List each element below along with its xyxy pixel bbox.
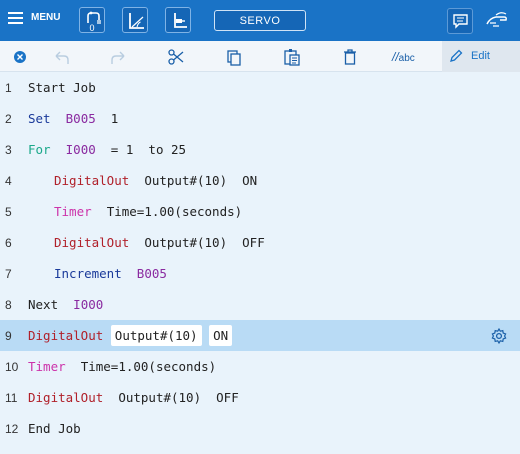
paste-icon[interactable]	[283, 48, 301, 66]
program-line[interactable]: 3 For I000 = 1 to 25	[0, 134, 520, 165]
menu-label: MENU	[31, 12, 61, 23]
program-line[interactable]: 12 End Job	[0, 413, 520, 444]
line-code: For I000 = 1 to 25	[28, 142, 186, 157]
tool-frame-button[interactable]	[165, 7, 191, 33]
line-code: DigitalOut Output#(10) OFF	[28, 390, 239, 405]
line-code: End Job	[28, 421, 81, 436]
line-number: 6	[5, 236, 12, 250]
coordinate-icon	[129, 13, 144, 29]
code-token: DigitalOut	[54, 173, 130, 188]
program-line[interactable]: 11 DigitalOut Output#(10) OFF	[0, 382, 520, 413]
line-number: 1	[5, 81, 12, 95]
comment-abc-button[interactable]: //abc	[392, 50, 415, 64]
hand-guide-icon[interactable]	[484, 9, 510, 33]
line-code: Next I000	[28, 297, 103, 312]
code-token: Increment	[54, 266, 122, 281]
code-token: = 1 to 25	[95, 142, 187, 157]
code-token: DigitalOut	[54, 235, 130, 250]
hamburger-icon	[8, 12, 23, 24]
edit-button[interactable]: Edit	[442, 41, 520, 72]
code-token: DigitalOut	[28, 390, 104, 405]
code-token: Output#(10) OFF	[103, 390, 239, 405]
program-line[interactable]: 6 DigitalOut Output#(10) OFF	[0, 227, 520, 258]
cancel-icon[interactable]	[11, 48, 29, 66]
menu-button[interactable]: MENU	[8, 12, 61, 24]
copy-icon[interactable]	[225, 48, 243, 66]
code-token: DigitalOut	[28, 328, 104, 343]
line-code: DigitalOut Output#(10) ON	[28, 325, 233, 346]
redo-icon[interactable]	[110, 48, 128, 66]
code-token: Timer	[28, 359, 66, 374]
line-code: Timer Time=1.00(seconds)	[54, 204, 242, 219]
line-number: 9	[5, 329, 12, 343]
program-line[interactable]: 8 Next I000	[0, 289, 520, 320]
comment-abc-label: abc	[398, 53, 415, 64]
program-line[interactable]: 9 DigitalOut Output#(10) ON	[0, 320, 520, 351]
code-token: End Job	[28, 421, 81, 436]
program-line[interactable]: 5 Timer Time=1.00(seconds)	[0, 196, 520, 227]
code-token: Timer	[54, 204, 92, 219]
program-line[interactable]: 7 Increment B005	[0, 258, 520, 289]
line-number: 5	[5, 205, 12, 219]
line-number: 11	[5, 391, 18, 405]
servo-button[interactable]: SERVO	[214, 10, 306, 31]
code-token: Output#(10) OFF	[129, 235, 265, 250]
edit-toolbar: //abc Edit	[0, 41, 520, 72]
edit-label: Edit	[471, 50, 490, 62]
line-number: 10	[5, 360, 19, 374]
code-token: Start Job	[28, 80, 96, 95]
program-line[interactable]: 10 Timer Time=1.00(seconds)	[0, 351, 520, 382]
robot-select-button[interactable]: 0	[79, 7, 105, 33]
code-token: For	[28, 142, 51, 157]
pencil-icon	[450, 49, 463, 62]
line-number: 8	[5, 298, 12, 312]
undo-icon[interactable]	[52, 48, 70, 66]
line-code: Set B005 1	[28, 111, 118, 126]
tool-frame-icon	[174, 13, 187, 28]
code-token: B005	[136, 266, 167, 281]
coordinate-button[interactable]	[122, 7, 148, 33]
line-number: 3	[5, 143, 12, 157]
code-token: Set	[28, 111, 51, 126]
program-line[interactable]: 4 DigitalOut Output#(10) ON	[0, 165, 520, 196]
line-number: 7	[5, 267, 12, 281]
line-code: Timer Time=1.00(seconds)	[28, 359, 216, 374]
code-token: Output#(10) ON	[129, 173, 258, 188]
line-code: DigitalOut Output#(10) OFF	[54, 235, 265, 250]
messages-button[interactable]	[447, 8, 473, 34]
line-code: Increment B005	[54, 266, 167, 281]
code-token: Next	[28, 297, 59, 312]
line-number: 2	[5, 112, 12, 126]
delete-icon[interactable]	[341, 48, 359, 66]
code-token: Time=1.00(seconds)	[91, 204, 243, 219]
parameter-chip[interactable]: ON	[209, 325, 233, 346]
code-token: B005	[65, 111, 96, 126]
program-line[interactable]: 2 Set B005 1	[0, 103, 520, 134]
chat-icon	[453, 14, 468, 29]
code-token: I000	[65, 142, 96, 157]
robot-count: 0	[89, 23, 95, 33]
code-token: I000	[73, 297, 104, 312]
top-bar: MENU 0 SERVO	[0, 0, 520, 41]
line-number: 4	[5, 174, 12, 188]
program-line[interactable]: 1 Start Job	[0, 72, 520, 103]
line-code: DigitalOut Output#(10) ON	[54, 173, 257, 188]
cut-icon[interactable]	[167, 48, 185, 66]
code-token: 1	[95, 111, 119, 126]
parameter-chip[interactable]: Output#(10)	[110, 325, 202, 346]
line-code: Start Job	[28, 80, 96, 95]
line-number: 12	[5, 422, 19, 436]
code-token: Time=1.00(seconds)	[65, 359, 217, 374]
settings-gear-icon[interactable]	[490, 327, 508, 345]
comment-prefix: //	[392, 50, 399, 64]
